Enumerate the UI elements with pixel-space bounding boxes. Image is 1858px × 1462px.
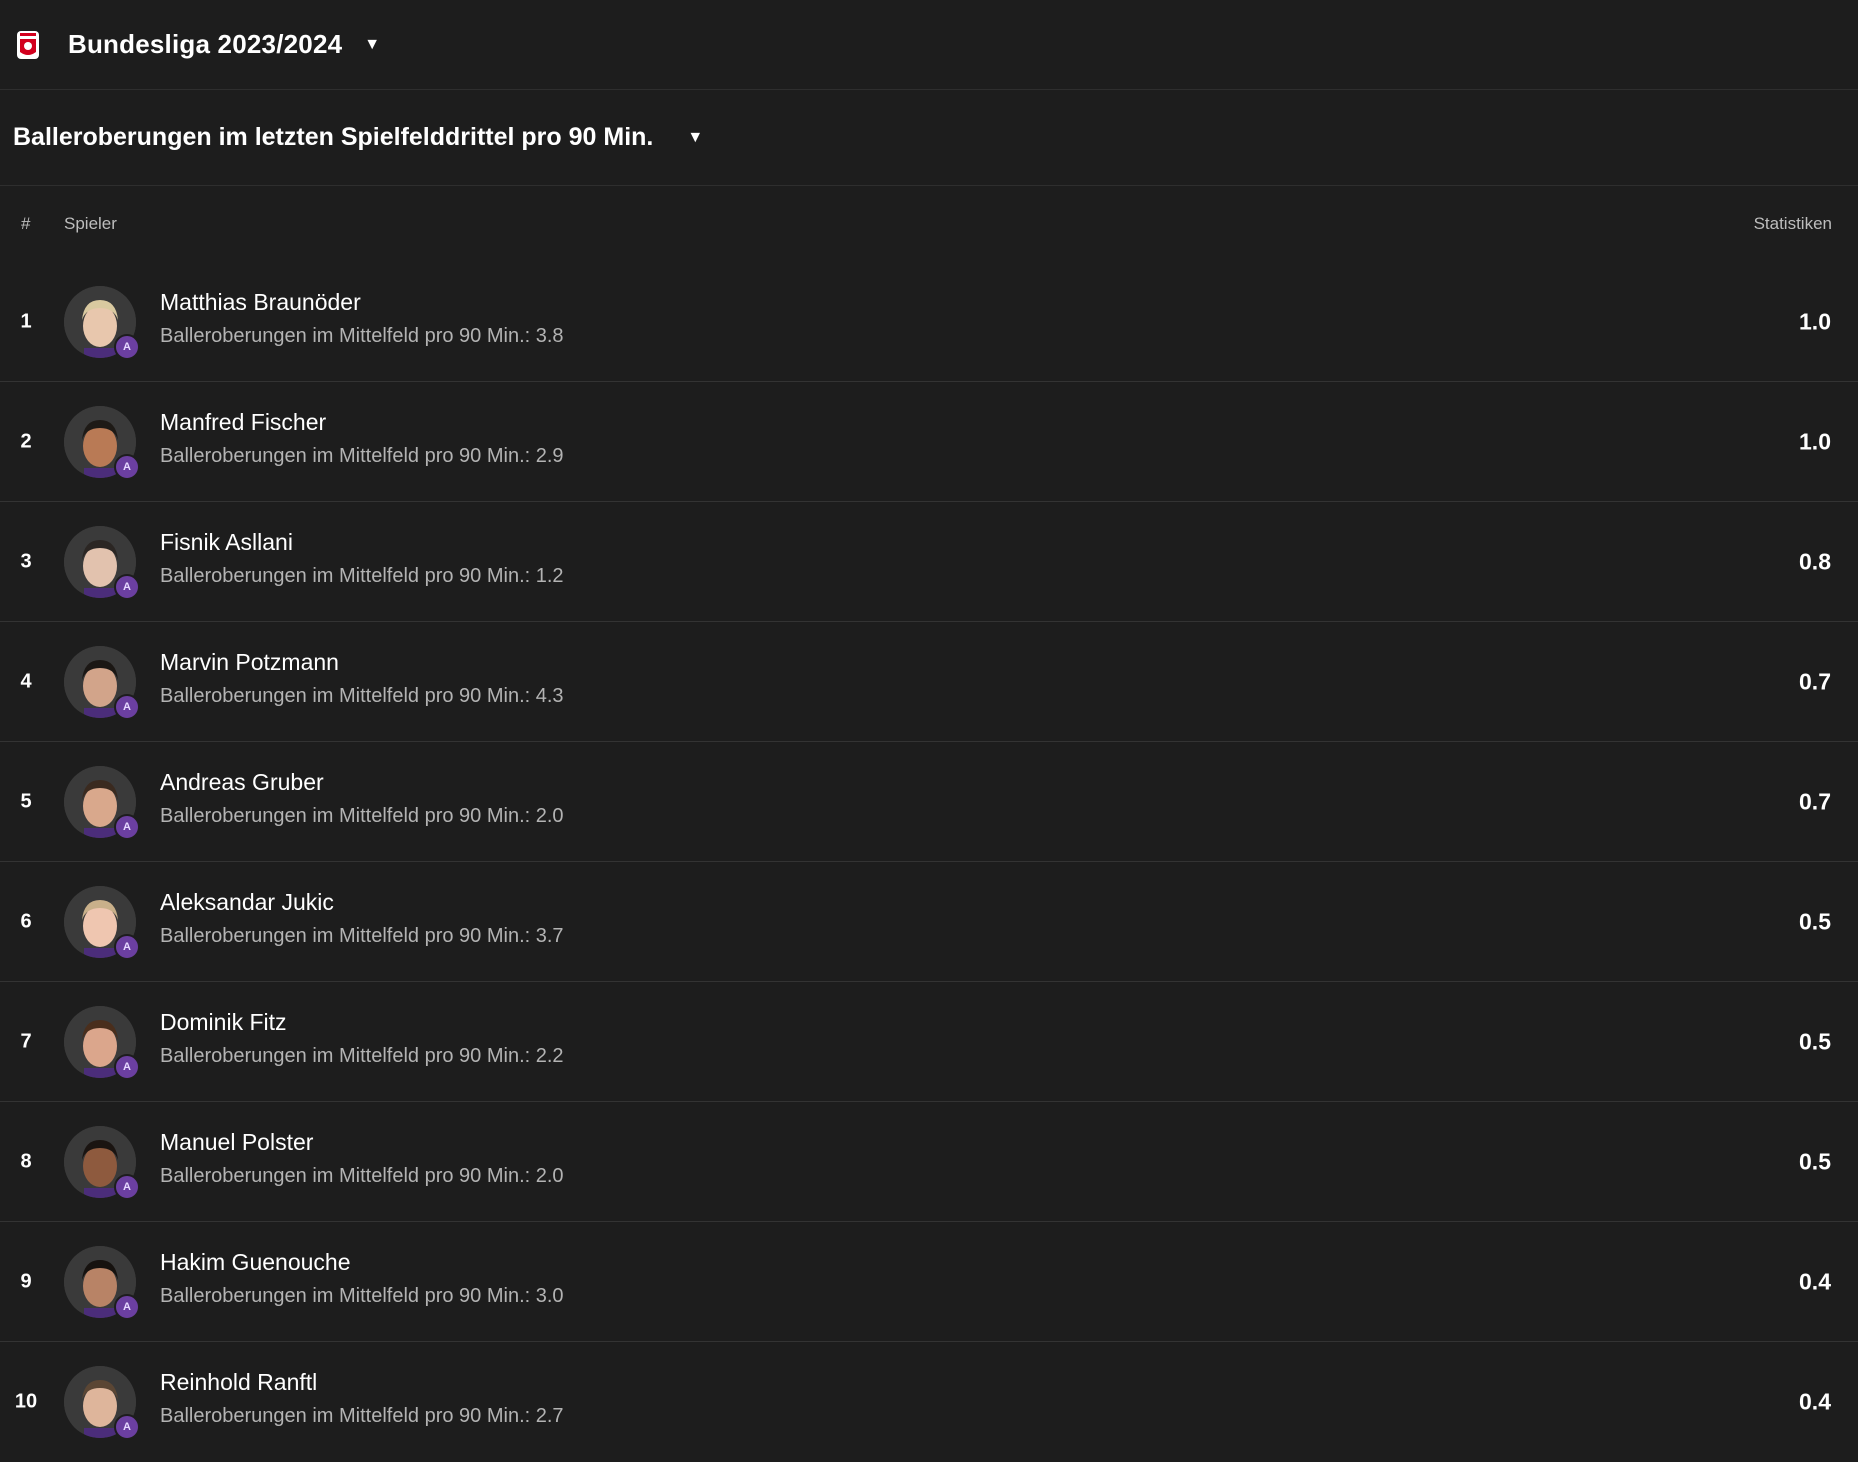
player-name[interactable]: Dominik Fitz	[160, 1009, 287, 1036]
player-name[interactable]: Manfred Fischer	[160, 409, 326, 436]
club-badge-icon: A	[114, 1293, 140, 1320]
chevron-down-icon[interactable]: ▼	[364, 36, 380, 54]
table-row[interactable]: 10 A Reinhold Ranftl Balleroberungen im Mit…	[0, 1342, 1858, 1462]
table-row[interactable]: 8 A Manuel Polster Balleroberungen im Mitte…	[0, 1102, 1858, 1222]
player-secondary-stat: Balleroberungen im Mittelfeld pro 90 Min…	[160, 805, 564, 827]
table-header: # Spieler Statistiken	[0, 186, 1858, 262]
stat-value: 0.5	[1799, 1148, 1831, 1174]
rank-number: 1	[20, 310, 32, 332]
stat-value: 0.8	[1799, 548, 1831, 574]
stat-value: 0.7	[1799, 668, 1831, 694]
stat-value: 0.5	[1799, 908, 1831, 934]
player-name[interactable]: Fisnik Asllani	[160, 529, 293, 556]
avatar[interactable]: A	[64, 1125, 140, 1200]
chevron-down-icon[interactable]: ▼	[687, 129, 703, 147]
stat-value: 0.4	[1799, 1268, 1831, 1294]
club-badge-icon: A	[114, 573, 140, 600]
player-name[interactable]: Matthias Braunöder	[160, 289, 361, 316]
player-secondary-stat: Balleroberungen im Mittelfeld pro 90 Min…	[160, 1405, 564, 1427]
rank-number: 9	[20, 1270, 32, 1292]
table-row[interactable]: 5 A Andreas Gruber Balleroberungen im Mitte…	[0, 742, 1858, 862]
avatar[interactable]: A	[64, 525, 140, 600]
player-secondary-stat: Balleroberungen im Mittelfeld pro 90 Min…	[160, 925, 564, 947]
player-secondary-stat: Balleroberungen im Mittelfeld pro 90 Min…	[160, 685, 564, 707]
player-ranking-list: 1 A Matthias Braunöder Balleroberungen im M…	[0, 262, 1858, 1462]
avatar[interactable]: A	[64, 1005, 140, 1080]
club-badge-icon: A	[114, 453, 140, 480]
table-row[interactable]: 1 A Matthias Braunöder Balleroberungen im M…	[0, 262, 1858, 382]
stat-value: 0.4	[1799, 1388, 1831, 1415]
club-badge-icon: A	[114, 1053, 140, 1080]
rank-number: 3	[20, 550, 32, 572]
avatar[interactable]: A	[64, 885, 140, 960]
player-secondary-stat: Balleroberungen im Mittelfeld pro 90 Min…	[160, 445, 564, 467]
table-row[interactable]: 7 A Dominik Fitz Balleroberungen im Mittelf…	[0, 982, 1858, 1102]
club-badge-icon: A	[114, 1173, 140, 1200]
player-secondary-stat: Balleroberungen im Mittelfeld pro 90 Min…	[160, 1285, 564, 1307]
player-name[interactable]: Reinhold Ranftl	[160, 1369, 317, 1396]
rank-number: 10	[14, 1390, 38, 1413]
club-badge-icon: A	[114, 333, 140, 360]
column-header-player: Spieler	[64, 214, 117, 233]
player-name[interactable]: Aleksandar Jukic	[160, 889, 334, 916]
table-row[interactable]: 4 A Marvin Potzmann Balleroberungen im Mitt…	[0, 622, 1858, 742]
player-secondary-stat: Balleroberungen im Mittelfeld pro 90 Min…	[160, 1045, 564, 1067]
club-badge-icon: A	[114, 1414, 140, 1440]
stat-title[interactable]: Balleroberungen im letzten Spielfelddrit…	[13, 123, 653, 152]
column-header-rank: #	[21, 214, 31, 233]
avatar[interactable]: A	[64, 405, 140, 480]
column-header-stats: Statistiken	[1753, 214, 1832, 233]
stat-value: 0.5	[1799, 1028, 1831, 1054]
avatar[interactable]: A	[64, 285, 140, 360]
rank-number: 7	[20, 1030, 32, 1052]
club-badge-icon: A	[114, 693, 140, 720]
avatar[interactable]: A	[64, 645, 140, 720]
table-row[interactable]: 9 A Hakim Guenouche Balleroberungen im Mitt…	[0, 1222, 1858, 1342]
avatar[interactable]: A	[64, 1245, 140, 1320]
player-name[interactable]: Marvin Potzmann	[160, 649, 339, 676]
club-badge-icon: A	[114, 933, 140, 960]
table-row[interactable]: 6 A Aleksandar Jukic Balleroberungen im Mit…	[0, 862, 1858, 982]
table-row[interactable]: 2 A Manfred Fischer Balleroberungen im Mitt…	[0, 382, 1858, 502]
player-secondary-stat: Balleroberungen im Mittelfeld pro 90 Min…	[160, 565, 564, 587]
player-name[interactable]: Hakim Guenouche	[160, 1249, 351, 1276]
rank-number: 2	[20, 430, 32, 452]
stat-value: 0.7	[1799, 788, 1831, 814]
stat-value: 1.0	[1799, 428, 1831, 454]
rank-number: 6	[20, 910, 32, 932]
avatar[interactable]: A	[64, 1366, 140, 1440]
table-row[interactable]: 3 A Fisnik Asllani Balleroberungen im Mitte…	[0, 502, 1858, 622]
rank-number: 8	[20, 1150, 32, 1172]
player-name[interactable]: Manuel Polster	[160, 1129, 313, 1156]
club-badge-icon: A	[114, 813, 140, 840]
league-title[interactable]: Bundesliga 2023/2024	[68, 29, 342, 60]
player-secondary-stat: Balleroberungen im Mittelfeld pro 90 Min…	[160, 325, 564, 347]
league-header: Bundesliga 2023/2024 ▼	[0, 0, 1858, 90]
bundesliga-logo-icon	[14, 29, 42, 61]
player-name[interactable]: Andreas Gruber	[160, 769, 324, 796]
stat-selector[interactable]: Balleroberungen im letzten Spielfelddrit…	[0, 90, 1858, 186]
stat-value: 1.0	[1799, 308, 1831, 334]
rank-number: 4	[20, 670, 32, 692]
avatar[interactable]: A	[64, 765, 140, 840]
rank-number: 5	[20, 790, 32, 812]
player-secondary-stat: Balleroberungen im Mittelfeld pro 90 Min…	[160, 1165, 564, 1187]
